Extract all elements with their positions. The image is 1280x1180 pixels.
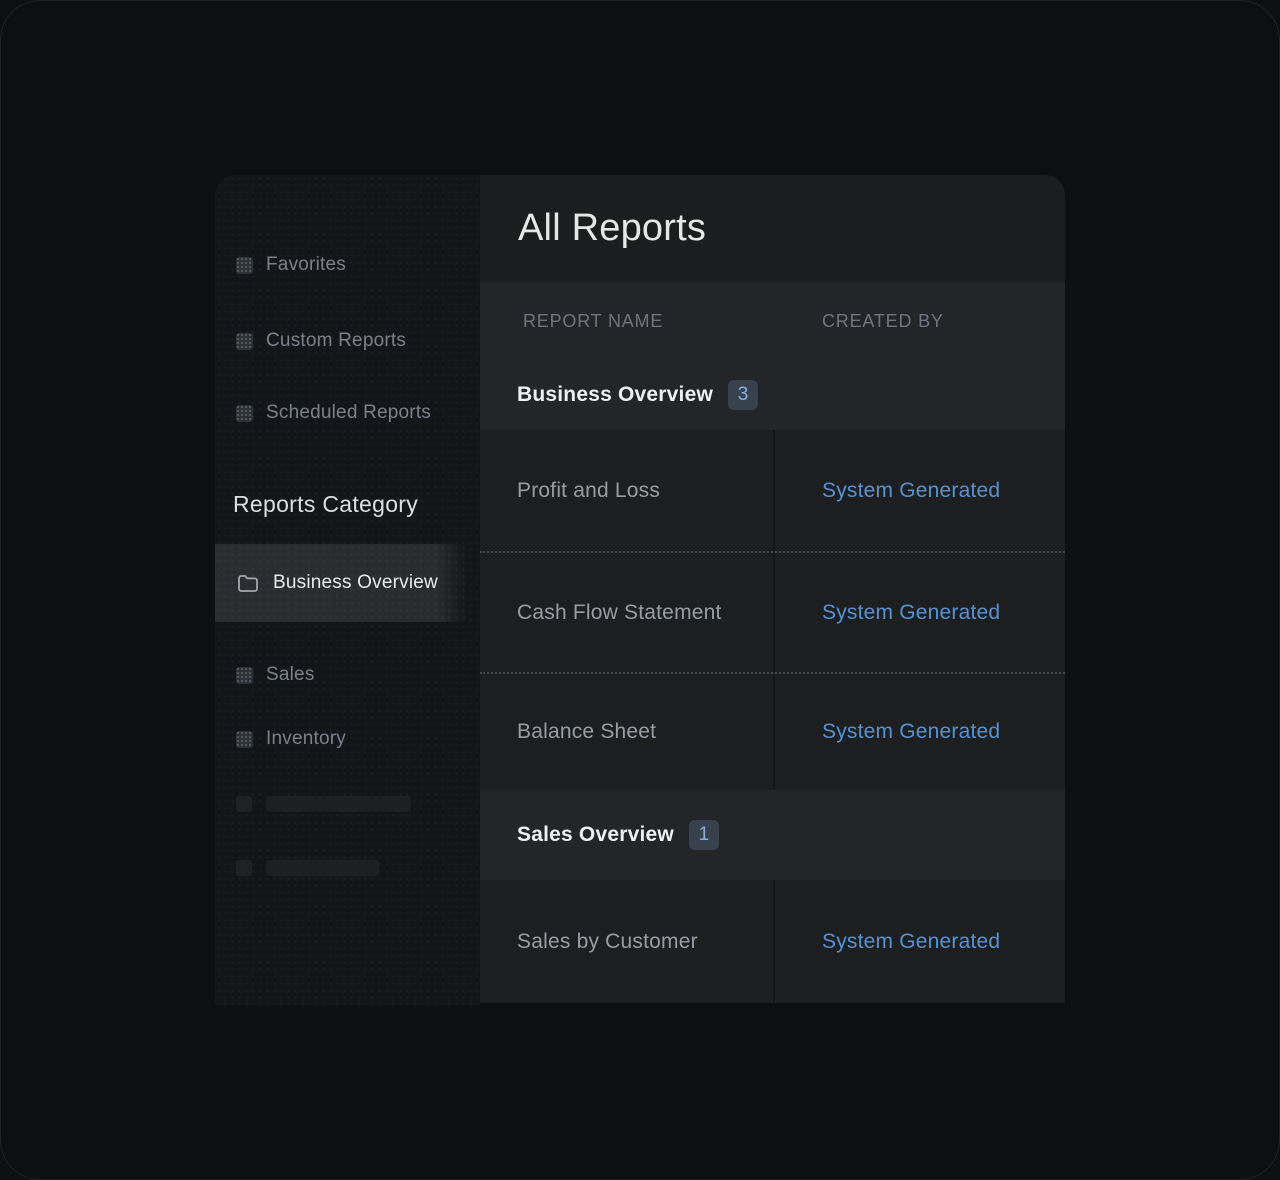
report-name-cell[interactable]: Balance Sheet — [480, 674, 773, 790]
table-row[interactable]: Balance Sheet System Generated — [480, 672, 1065, 790]
folder-icon — [237, 574, 259, 593]
sidebar-item-scheduled-reports[interactable]: Scheduled Reports — [236, 399, 431, 427]
created-by-link[interactable]: System Generated — [822, 720, 1000, 744]
created-by-cell: System Generated — [773, 880, 1065, 1003]
sidebar-item-label: Inventory — [266, 728, 346, 750]
created-by-link[interactable]: System Generated — [822, 479, 1000, 503]
sales-icon — [236, 667, 253, 684]
created-by-cell: System Generated — [773, 674, 1065, 790]
created-by-cell: System Generated — [773, 553, 1065, 672]
sidebar-selected-label: Business Overview — [273, 572, 438, 594]
created-by-link[interactable]: System Generated — [822, 601, 1000, 625]
sidebar-skeleton-item — [236, 860, 379, 876]
sidebar-skeleton-item — [236, 796, 411, 812]
report-name-cell[interactable]: Profit and Loss — [480, 430, 773, 551]
favorites-icon — [236, 257, 253, 274]
page-title: All Reports — [518, 207, 706, 250]
sidebar-item-inventory[interactable]: Inventory — [236, 725, 346, 753]
main-header: All Reports — [480, 175, 1065, 282]
skeleton-bar — [266, 860, 379, 876]
table-row[interactable]: Cash Flow Statement System Generated — [480, 551, 1065, 672]
group-row-business-overview[interactable]: Business Overview 3 — [480, 360, 1065, 430]
inventory-icon — [236, 731, 253, 748]
sidebar-item-label: Sales — [266, 664, 315, 686]
group-count-badge: 3 — [728, 380, 758, 410]
sidebar-item-favorites[interactable]: Favorites — [236, 251, 346, 279]
scheduled-reports-icon — [236, 405, 253, 422]
table-row[interactable]: Profit and Loss System Generated — [480, 430, 1065, 551]
skeleton-bar — [266, 796, 411, 812]
table-row[interactable]: Sales by Customer System Generated — [480, 880, 1065, 1003]
skeleton-icon — [236, 796, 252, 812]
report-name-cell[interactable]: Cash Flow Statement — [480, 553, 773, 672]
group-name: Business Overview — [517, 383, 713, 407]
group-name: Sales Overview — [517, 823, 674, 847]
reports-panel: Favorites Custom Reports Scheduled Repor… — [215, 175, 1065, 1005]
skeleton-icon — [236, 860, 252, 876]
sidebar-item-label: Scheduled Reports — [266, 402, 431, 424]
sidebar-item-label: Favorites — [266, 254, 346, 276]
custom-reports-icon — [236, 333, 253, 350]
table-header-row: REPORT NAME CREATED BY — [480, 282, 1065, 360]
reports-main: All Reports REPORT NAME CREATED BY Busin… — [480, 175, 1065, 1005]
group-row-sales-overview[interactable]: Sales Overview 1 — [480, 790, 1065, 880]
report-name-cell[interactable]: Sales by Customer — [480, 880, 773, 1003]
table-header-block: REPORT NAME CREATED BY Business Overview… — [480, 282, 1065, 430]
column-header-created-by: CREATED BY — [773, 311, 1065, 332]
created-by-cell: System Generated — [773, 430, 1065, 551]
reports-category-heading: Reports Category — [233, 491, 418, 518]
sidebar-item-label: Custom Reports — [266, 330, 406, 352]
sidebar: Favorites Custom Reports Scheduled Repor… — [215, 175, 480, 1005]
sidebar-item-custom-reports[interactable]: Custom Reports — [236, 327, 406, 355]
group-count-badge: 1 — [689, 820, 719, 850]
sidebar-item-sales[interactable]: Sales — [236, 661, 315, 689]
created-by-link[interactable]: System Generated — [822, 930, 1000, 954]
sidebar-item-business-overview-selected[interactable]: Business Overview — [215, 544, 467, 622]
column-header-report-name: REPORT NAME — [480, 311, 773, 332]
